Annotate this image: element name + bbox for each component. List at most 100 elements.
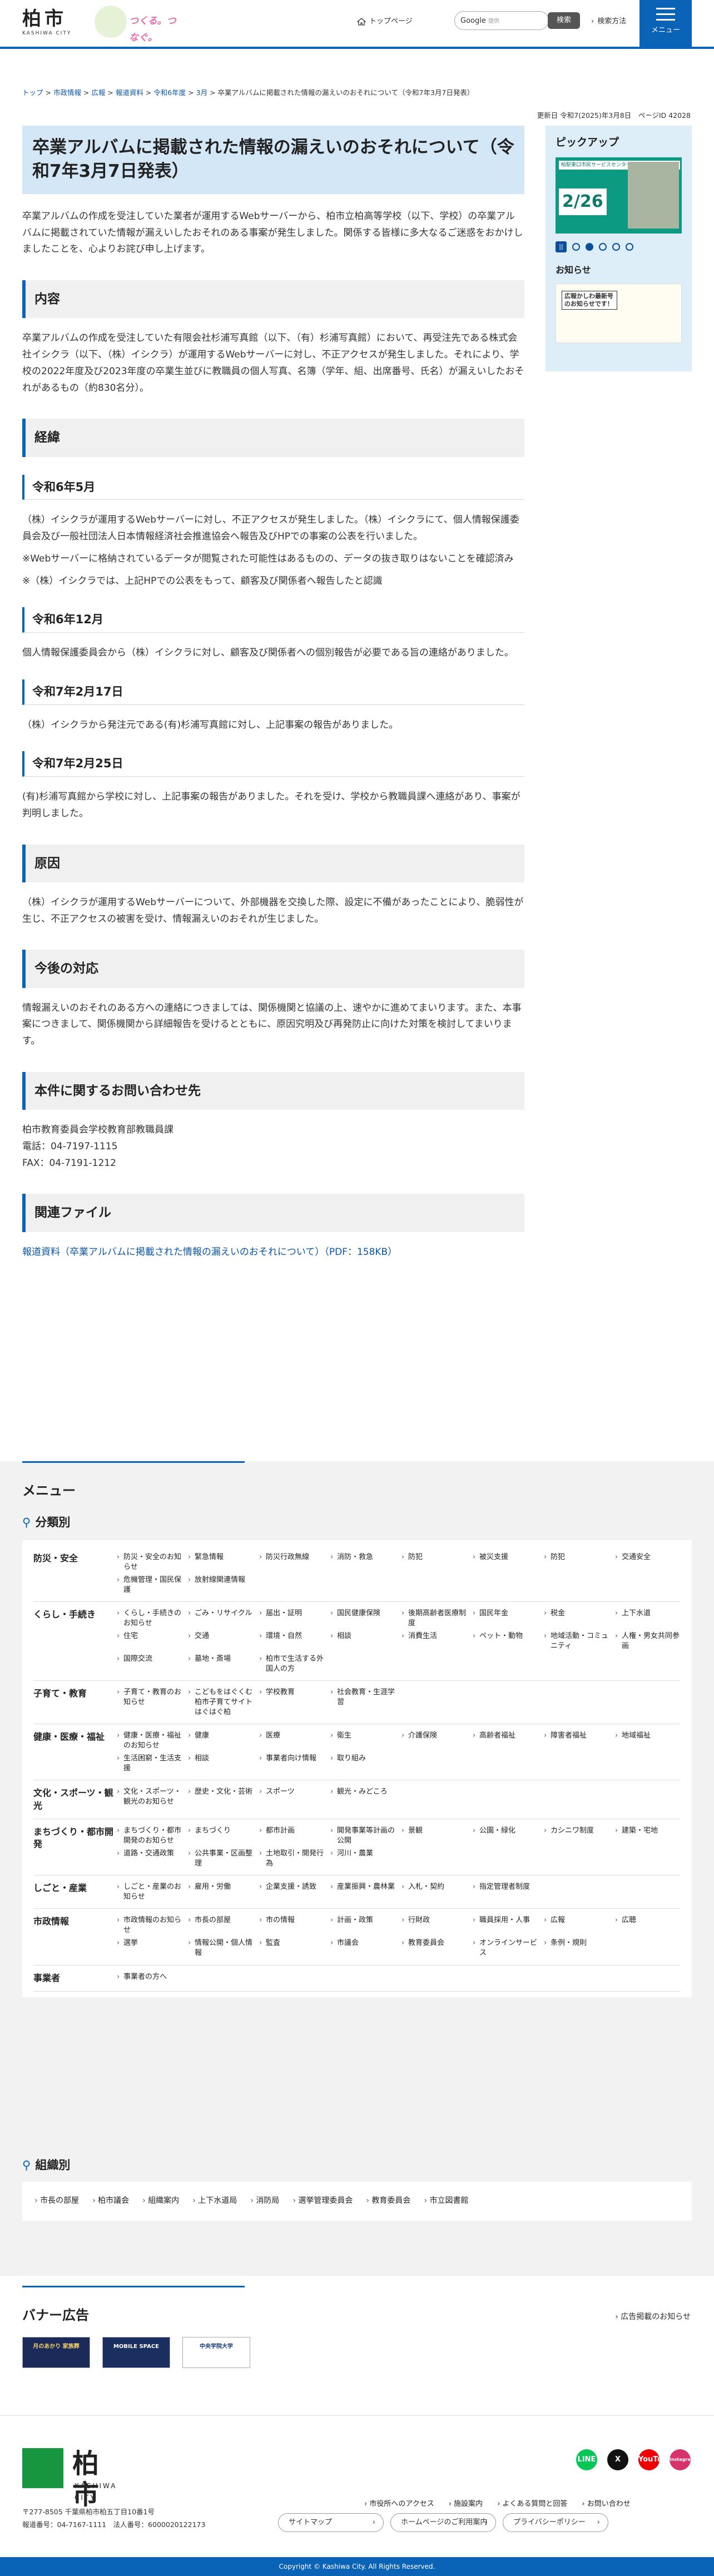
menu-button[interactable]: メニュー	[639, 0, 692, 47]
org-link[interactable]: 市立図書館	[424, 2194, 469, 2208]
category-link[interactable]: 学校教育	[259, 1687, 325, 1717]
line-icon[interactable]: LINE	[576, 2449, 597, 2470]
category-link[interactable]: 国民年金	[473, 1609, 538, 1628]
category-link[interactable]: 監査	[259, 1938, 325, 1958]
category-link[interactable]: 市議会	[330, 1938, 396, 1958]
breadcrumb-item[interactable]: 3月	[196, 88, 207, 97]
org-link[interactable]: 消防局	[250, 2194, 279, 2208]
category-link[interactable]: 健康・医療・福祉のお知らせ	[117, 1731, 182, 1750]
category-link[interactable]: 放射線関連情報	[188, 1575, 254, 1595]
ads-about-link[interactable]: › 広告掲載のお知らせ	[615, 2310, 691, 2324]
pickup-banner[interactable]: 柏駅東口市民サービスセンター 臨時バス停センター 2/26	[556, 157, 682, 234]
category-row-heading[interactable]: 文化・スポーツ・観光	[33, 1787, 117, 1812]
footer-link[interactable]: お問い合わせ	[582, 2498, 631, 2511]
category-link[interactable]: 雇用・労働	[188, 1882, 254, 1902]
category-link[interactable]: 危機管理・国民保護	[117, 1575, 182, 1595]
search-input[interactable]: Google 提供	[454, 11, 549, 30]
category-link[interactable]: 国際交流	[117, 1654, 182, 1674]
footer-button[interactable]: サイトマップ	[278, 2513, 384, 2532]
category-link[interactable]: 市政情報のお知らせ	[117, 1915, 182, 1935]
footer-link[interactable]: 市役所へのアクセス	[364, 2498, 434, 2511]
category-row-heading[interactable]: 防災・安全	[33, 1552, 117, 1595]
site-logo[interactable]: 柏市 KASHIWA CITY	[22, 8, 71, 37]
category-link[interactable]: 指定管理者制度	[473, 1882, 538, 1902]
category-link[interactable]: 医療	[259, 1731, 325, 1750]
x-icon[interactable]: X	[607, 2449, 628, 2470]
category-link[interactable]: 介護保険	[401, 1731, 467, 1750]
category-link[interactable]: 健康	[188, 1731, 254, 1750]
org-link[interactable]: 選挙管理委員会	[292, 2194, 353, 2208]
ad-banner[interactable]: 月のあかり 家族葬	[22, 2337, 90, 2368]
category-link[interactable]: 都市計画	[259, 1826, 325, 1845]
category-link[interactable]: ペット・動物	[473, 1631, 538, 1651]
org-link[interactable]: 組織案内	[142, 2194, 179, 2208]
category-link[interactable]: 届出・証明	[259, 1609, 325, 1628]
category-link[interactable]: 墓地・斎場	[188, 1654, 254, 1674]
category-link[interactable]: スポーツ	[259, 1787, 325, 1812]
category-link[interactable]: 子育て・教育のお知らせ	[117, 1687, 182, 1717]
instagram-icon[interactable]: Instagram	[670, 2449, 695, 2470]
ad-banner[interactable]: MOBILE SPACE	[102, 2337, 170, 2368]
category-link[interactable]: 建築・宅地	[615, 1826, 681, 1845]
carousel-dot[interactable]	[586, 243, 593, 251]
carousel-dot[interactable]	[626, 243, 633, 251]
category-row-heading[interactable]: 子育て・教育	[33, 1687, 117, 1717]
org-link[interactable]: 柏市議会	[92, 2194, 129, 2208]
category-link[interactable]: 開発事業等計画の公開	[330, 1826, 396, 1845]
carousel-dot[interactable]	[612, 243, 620, 251]
category-row-heading[interactable]: しごと・産業	[33, 1882, 117, 1902]
search-method-link[interactable]: › 検索方法	[591, 16, 626, 28]
file-link[interactable]: 報道資料（卒業アルバムに掲載された情報の漏えいのおそれについて）（PDF：158…	[22, 1247, 397, 1258]
category-link[interactable]: 条例・規則	[544, 1938, 609, 1958]
category-row-heading[interactable]: くらし・手続き	[33, 1609, 117, 1674]
category-link[interactable]: 企業支援・誘致	[259, 1882, 325, 1902]
category-link[interactable]: 土地取引・開発行為	[259, 1849, 325, 1868]
category-link[interactable]: 環境・自然	[259, 1631, 325, 1651]
category-link[interactable]: 観光・みどころ	[330, 1787, 396, 1812]
notice-banner[interactable]: 広報かしわ最新号のお知らせです！	[556, 284, 682, 344]
category-link[interactable]: 計画・政策	[330, 1915, 396, 1935]
category-link[interactable]: 後期高齢者医療制度	[401, 1609, 467, 1628]
category-link[interactable]: 国民健康保険	[330, 1609, 396, 1628]
category-link[interactable]: 広聴	[615, 1915, 681, 1935]
category-link[interactable]: 文化・スポーツ・観光のお知らせ	[117, 1787, 182, 1812]
category-link[interactable]: 防犯	[544, 1552, 609, 1572]
ad-banner[interactable]: 中央学院大学	[182, 2337, 250, 2368]
category-link[interactable]: 交通	[188, 1631, 254, 1651]
category-link[interactable]: カシニワ制度	[544, 1826, 609, 1845]
category-link[interactable]: こどもをはぐくむ柏市子育てサイト はぐはぐ柏	[188, 1687, 260, 1717]
category-link[interactable]: 産業振興・農林業	[330, 1882, 396, 1902]
category-link[interactable]: 職員採用・人事	[473, 1915, 538, 1935]
youtube-icon[interactable]: YouTube	[638, 2449, 672, 2470]
search-button[interactable]: 検索	[548, 12, 580, 29]
category-link[interactable]: 事業者の方へ	[117, 1972, 182, 1984]
footer-button[interactable]: プライバシーポリシー	[503, 2513, 608, 2532]
category-link[interactable]: 市の情報	[259, 1915, 325, 1935]
category-link[interactable]: 柏市で生活する外国人の方	[259, 1654, 325, 1674]
category-link[interactable]: 防犯	[401, 1552, 467, 1572]
category-link[interactable]: 公共事業・区画整理	[188, 1849, 254, 1868]
category-link[interactable]: 衛生	[330, 1731, 396, 1750]
category-link[interactable]: 上下水道	[615, 1609, 681, 1628]
category-link[interactable]: ごみ・リサイクル	[188, 1609, 254, 1628]
breadcrumb-item[interactable]: 市政情報	[53, 88, 81, 97]
category-link[interactable]: 市長の部屋	[188, 1915, 254, 1935]
carousel-dot[interactable]	[599, 243, 607, 251]
category-link[interactable]: 地域活動・コミュニティ	[544, 1631, 609, 1651]
org-link[interactable]: 市長の部屋	[34, 2194, 79, 2208]
category-link[interactable]: しごと・産業のお知らせ	[117, 1882, 182, 1902]
org-link[interactable]: 上下水道局	[192, 2194, 237, 2208]
category-link[interactable]: 防災・安全のお知らせ	[117, 1552, 182, 1572]
category-link[interactable]: 情報公開・個人情報	[188, 1938, 254, 1958]
category-link[interactable]: 広報	[544, 1915, 609, 1935]
category-link[interactable]: 歴史・文化・芸術	[188, 1787, 254, 1812]
breadcrumb-item[interactable]: 令和6年度	[153, 88, 186, 97]
category-link[interactable]: まちづくり・都市開発のお知らせ	[117, 1826, 182, 1845]
category-row-heading[interactable]: 市政情報	[33, 1915, 117, 1958]
category-link[interactable]: オンラインサービス	[473, 1938, 538, 1958]
category-row-heading[interactable]: まちづくり・都市開発	[33, 1826, 117, 1868]
category-link[interactable]: 緊急情報	[188, 1552, 254, 1572]
category-link[interactable]: 被災支援	[473, 1552, 538, 1572]
category-link[interactable]: 教育委員会	[401, 1938, 467, 1958]
category-link[interactable]: 交通安全	[615, 1552, 681, 1572]
